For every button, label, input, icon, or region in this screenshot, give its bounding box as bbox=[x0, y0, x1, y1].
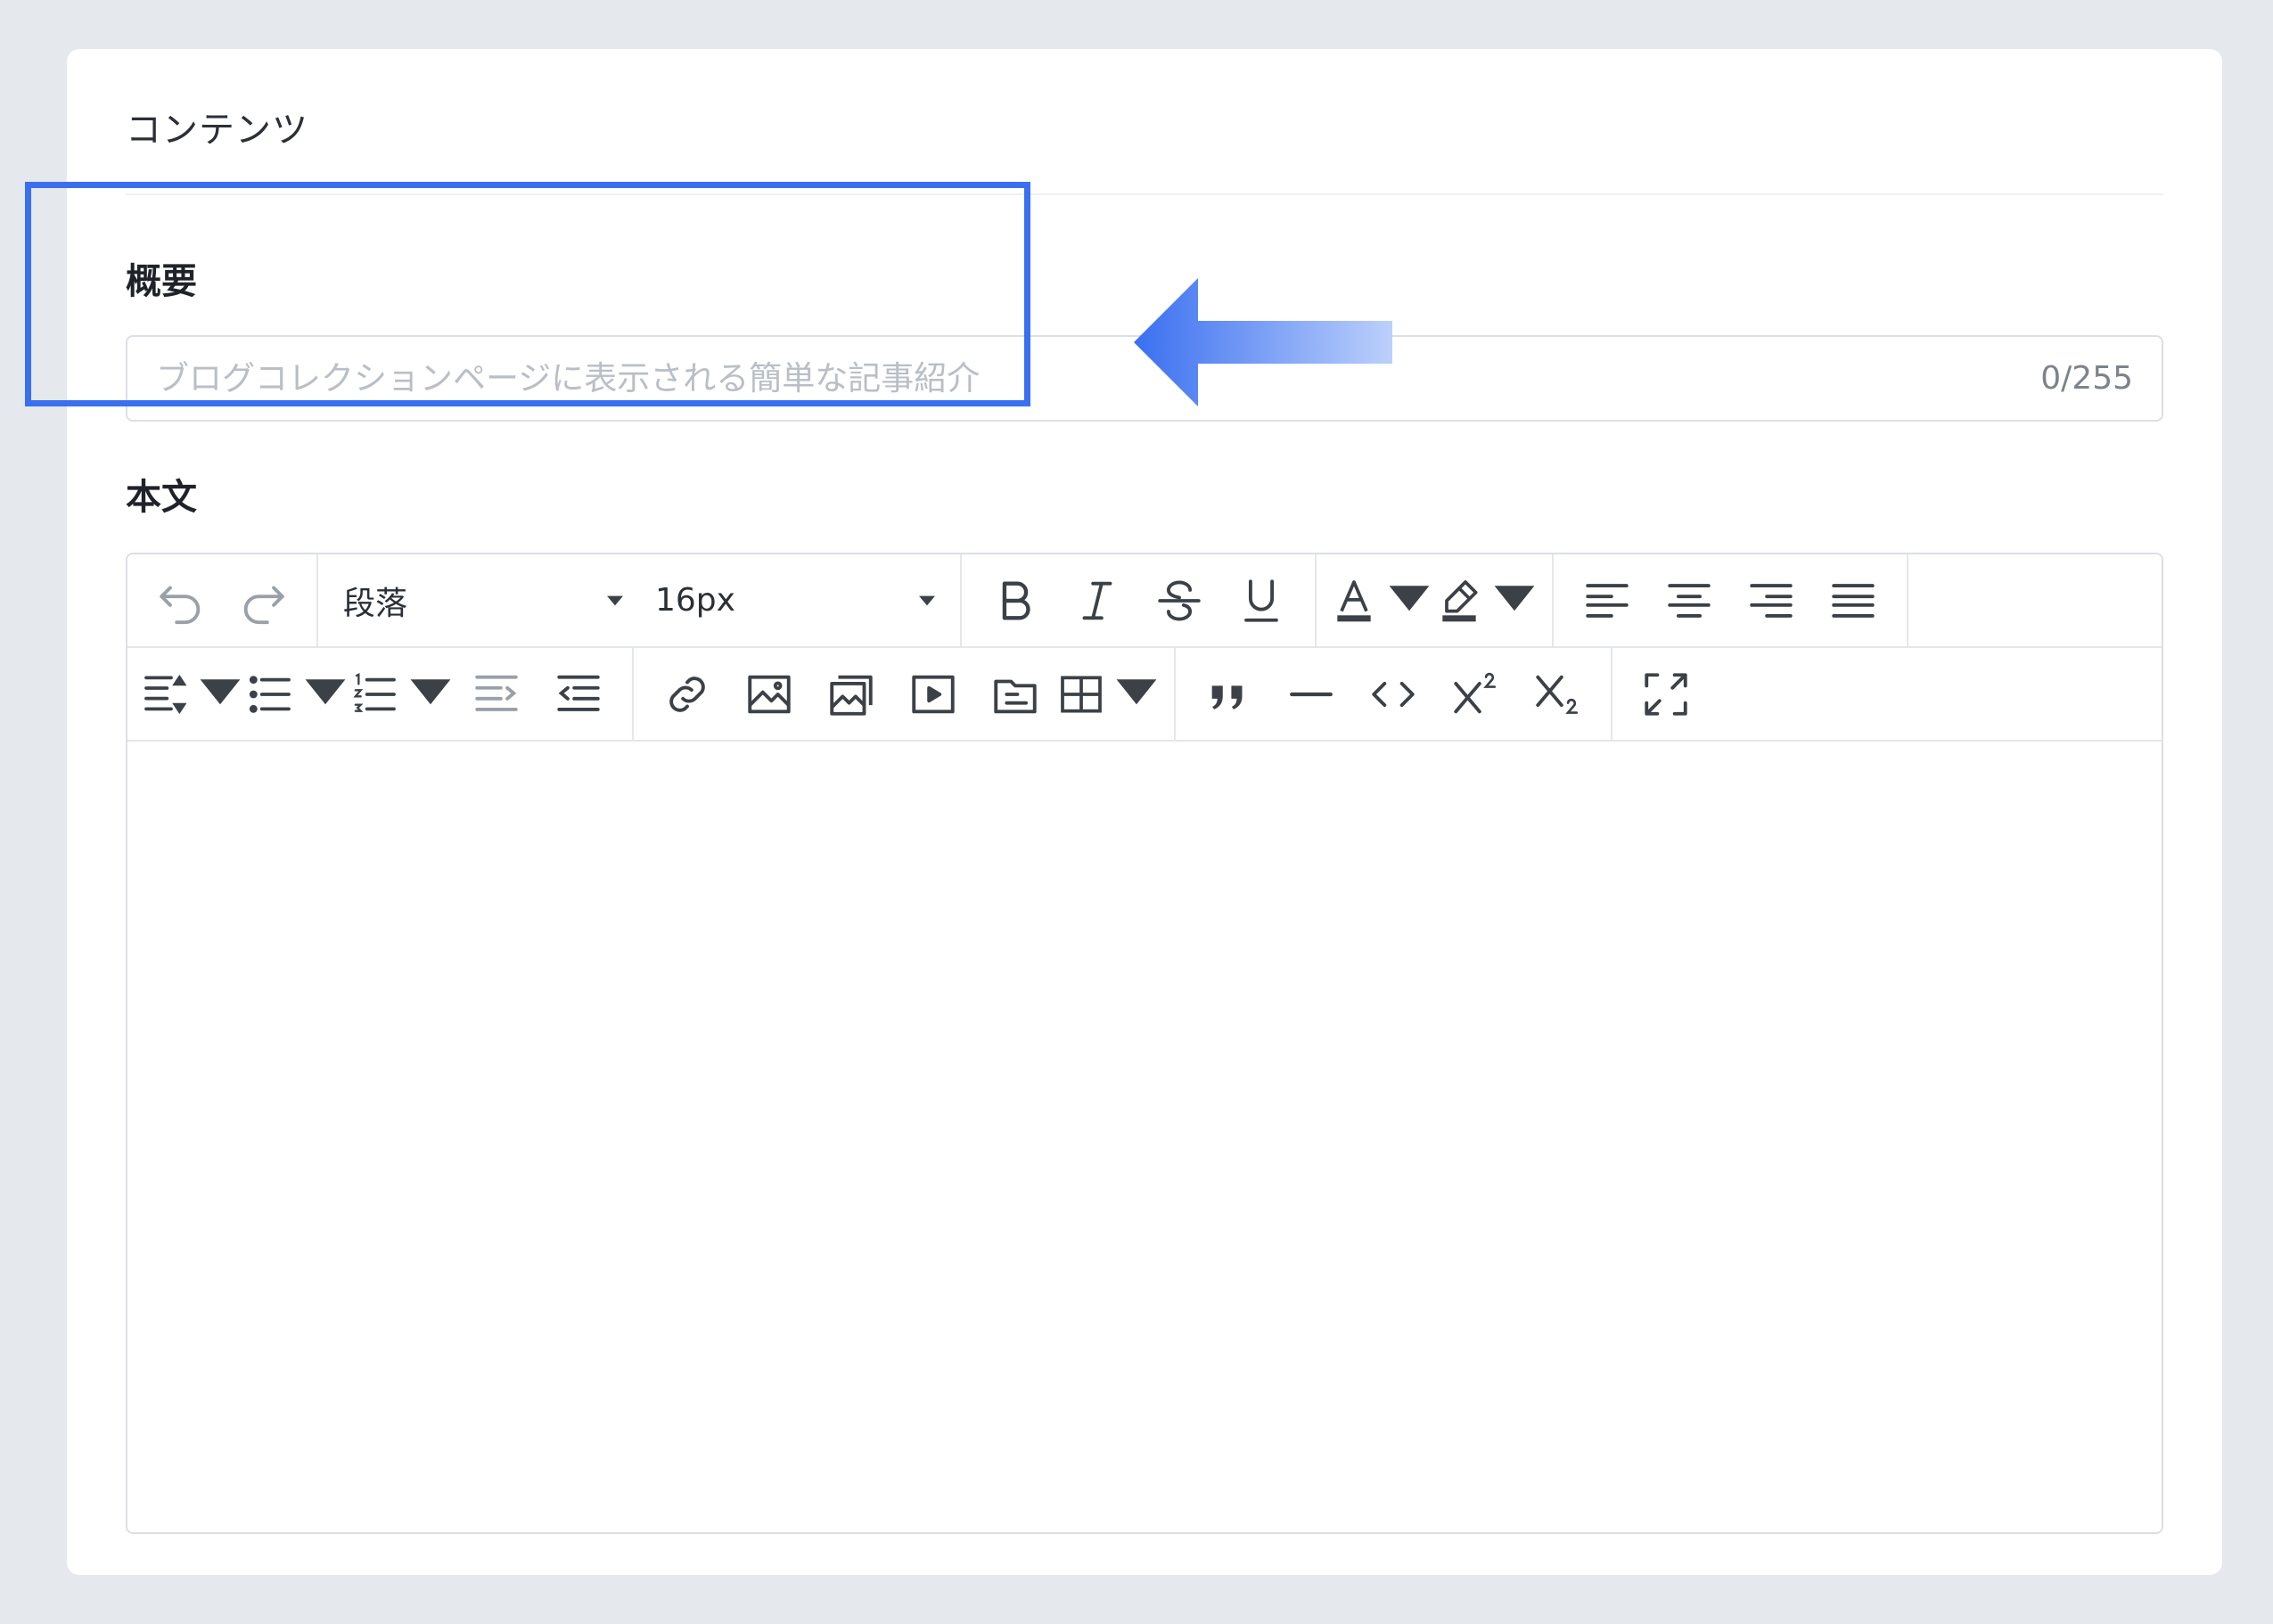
align-left-button[interactable] bbox=[1566, 565, 1648, 636]
summary-field[interactable]: 0/255 bbox=[126, 335, 2163, 422]
subscript-button[interactable] bbox=[1516, 659, 1598, 730]
strikethrough-button[interactable] bbox=[1138, 565, 1220, 636]
character-counter: 0/255 bbox=[2040, 360, 2133, 397]
chevron-down-icon bbox=[410, 678, 451, 704]
chevron-down-icon bbox=[305, 678, 346, 704]
undo-icon bbox=[160, 586, 201, 624]
rich-text-editor: 段落 16px bbox=[126, 553, 2163, 1534]
blockquote-icon bbox=[1211, 685, 1243, 709]
file-icon bbox=[994, 679, 1037, 713]
align-justify-icon bbox=[1832, 583, 1875, 618]
highlight-color-icon bbox=[1442, 579, 1478, 621]
numbered-list-button[interactable] bbox=[350, 659, 455, 730]
gallery-button[interactable] bbox=[810, 659, 892, 730]
strikethrough-icon bbox=[1158, 580, 1201, 620]
align-center-icon bbox=[1668, 583, 1711, 618]
file-button[interactable] bbox=[974, 659, 1056, 730]
video-button[interactable] bbox=[892, 659, 974, 730]
align-left-icon bbox=[1586, 583, 1629, 618]
link-icon bbox=[669, 676, 705, 712]
bold-button[interactable] bbox=[974, 565, 1056, 636]
font-size-value: 16px bbox=[655, 582, 735, 619]
table-icon bbox=[1061, 675, 1102, 713]
text-color-icon bbox=[1337, 579, 1371, 621]
text-color-button[interactable] bbox=[1329, 565, 1434, 636]
code-button[interactable] bbox=[1352, 659, 1434, 730]
subscript-icon bbox=[1536, 675, 1579, 714]
history-group bbox=[127, 554, 318, 646]
bold-icon bbox=[1002, 580, 1030, 620]
italic-icon bbox=[1082, 581, 1112, 619]
superscript-button[interactable] bbox=[1434, 659, 1516, 730]
underline-button[interactable] bbox=[1220, 565, 1302, 636]
horizontal-rule-button[interactable] bbox=[1270, 659, 1352, 730]
fullscreen-icon bbox=[1645, 672, 1687, 716]
horizontal-rule-icon bbox=[1290, 692, 1333, 696]
chevron-down-icon bbox=[200, 678, 241, 704]
align-right-button[interactable] bbox=[1730, 565, 1812, 636]
content-card: コンテンツ 概要 0/255 本文 段落 16px bbox=[67, 49, 2222, 1575]
chevron-down-icon bbox=[1494, 585, 1535, 611]
line-height-icon bbox=[144, 674, 187, 714]
numbered-list-icon bbox=[353, 672, 396, 712]
link-button[interactable] bbox=[646, 659, 728, 730]
image-button[interactable] bbox=[728, 659, 810, 730]
code-icon bbox=[1372, 681, 1415, 707]
text-style-group bbox=[962, 554, 1317, 646]
font-size-select[interactable]: 16px bbox=[639, 565, 951, 636]
insert-group bbox=[634, 648, 1176, 740]
format-group: 段落 16px bbox=[318, 554, 962, 646]
block-format-value: 段落 bbox=[343, 585, 408, 622]
body-label: 本文 bbox=[126, 477, 197, 518]
video-icon bbox=[912, 675, 955, 713]
summary-label: 概要 bbox=[126, 261, 197, 302]
chevron-down-icon bbox=[607, 595, 623, 605]
summary-input[interactable] bbox=[156, 359, 2041, 398]
redo-icon bbox=[243, 586, 284, 624]
align-right-icon bbox=[1750, 583, 1793, 618]
block-group bbox=[1176, 648, 1612, 740]
blockquote-button[interactable] bbox=[1188, 659, 1270, 730]
table-button[interactable] bbox=[1056, 659, 1161, 730]
bullet-list-button[interactable] bbox=[245, 659, 350, 730]
view-group bbox=[1612, 648, 1719, 740]
alignment-group bbox=[1554, 554, 1908, 646]
gallery-icon bbox=[830, 675, 873, 716]
redo-button[interactable] bbox=[222, 565, 304, 636]
chevron-down-icon bbox=[1116, 678, 1157, 704]
outdent-icon bbox=[475, 675, 518, 711]
editor-toolbar-row-2 bbox=[127, 648, 2162, 742]
editor-content-area[interactable] bbox=[127, 742, 2162, 1532]
outdent-button[interactable] bbox=[455, 659, 537, 730]
block-format-select[interactable]: 段落 bbox=[327, 565, 639, 636]
list-group bbox=[127, 648, 634, 740]
fullscreen-button[interactable] bbox=[1625, 659, 1707, 730]
undo-button[interactable] bbox=[140, 565, 222, 636]
superscript-icon bbox=[1454, 672, 1497, 713]
align-justify-button[interactable] bbox=[1812, 565, 1894, 636]
align-center-button[interactable] bbox=[1648, 565, 1730, 636]
underline-icon bbox=[1244, 578, 1278, 622]
highlight-color-button[interactable] bbox=[1434, 565, 1539, 636]
section-title: コンテンツ bbox=[126, 110, 308, 151]
italic-button[interactable] bbox=[1056, 565, 1138, 636]
indent-icon bbox=[557, 675, 600, 711]
section-divider bbox=[126, 193, 2163, 195]
editor-toolbar-row-1: 段落 16px bbox=[127, 554, 2162, 648]
image-icon bbox=[748, 675, 791, 713]
indent-button[interactable] bbox=[537, 659, 620, 730]
line-height-button[interactable] bbox=[140, 659, 245, 730]
chevron-down-icon bbox=[1389, 585, 1430, 611]
color-group bbox=[1317, 554, 1554, 646]
bullet-list-icon bbox=[249, 675, 291, 713]
chevron-down-icon bbox=[919, 595, 935, 605]
